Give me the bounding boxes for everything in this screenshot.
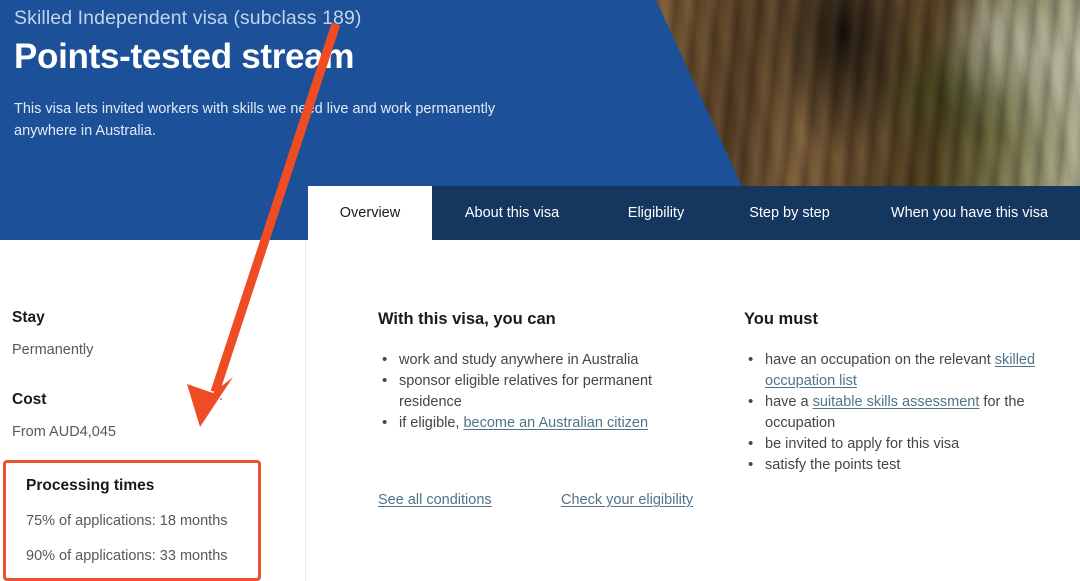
with-this-visa-list: work and study anywhere in Australia spo… (378, 349, 708, 434)
list-item: have an occupation on the relevant skill… (744, 349, 1066, 392)
become-australian-citizen-link[interactable]: become an Australian citizen (463, 415, 648, 431)
list-item: satisfy the points test (744, 454, 1066, 476)
list-item: have a suitable skills assessment for th… (744, 391, 1066, 434)
list-item: work and study anywhere in Australia (378, 349, 708, 371)
processing-times-label: Processing times (26, 477, 155, 494)
with-this-visa-heading: With this visa, you can (378, 310, 556, 328)
processing-time-90: 90% of applications: 33 months (26, 548, 228, 564)
tab-eligibility[interactable]: Eligibility (592, 186, 720, 240)
tab-bar: Overview About this visa Eligibility Ste… (0, 186, 1080, 240)
list-item-text: sponsor eligible relatives for permanent… (399, 373, 653, 410)
tab-when-you-have-this-visa[interactable]: When you have this visa (859, 186, 1080, 240)
visa-subclass-eyebrow: Skilled Independent visa (subclass 189) (14, 7, 362, 29)
see-all-conditions-link[interactable]: See all conditions (378, 492, 492, 508)
with-this-visa-column: With this visa, you can work and study a… (378, 240, 708, 508)
tab-step-by-step[interactable]: Step by step (720, 186, 859, 240)
list-item: if eligible, become an Australian citize… (378, 412, 708, 434)
page-title: Points-tested stream (14, 37, 355, 76)
tab-overview[interactable]: Overview (308, 186, 432, 240)
tab-about-this-visa[interactable]: About this visa (432, 186, 592, 240)
hero-text-block: Skilled Independent visa (subclass 189) … (14, 4, 634, 142)
list-item-text: satisfy the points test (765, 457, 901, 473)
check-your-eligibility-link[interactable]: Check your eligibility (561, 492, 693, 508)
processing-times-box: Processing times 75% of applications: 18… (3, 460, 261, 581)
list-item-text: if eligible, (399, 415, 464, 431)
you-must-column: You must have an occupation on the relev… (744, 240, 1066, 476)
cost-label: Cost (12, 391, 47, 408)
column-divider (305, 240, 306, 581)
list-item: be invited to apply for this visa (744, 433, 1066, 455)
overview-content: Stay Permanently Cost From AUD4,045 Proc… (0, 240, 1080, 581)
list-item: sponsor eligible relatives for permanent… (378, 370, 708, 413)
list-item-text: be invited to apply for this visa (765, 436, 960, 452)
tab-bar-left-filler (0, 186, 308, 240)
list-item-text: have a (765, 394, 813, 410)
cost-value: From AUD4,045 (12, 424, 116, 440)
list-item-text: have an occupation on the relevant (765, 352, 995, 368)
stay-label: Stay (12, 309, 45, 326)
suitable-skills-assessment-link[interactable]: suitable skills assessment (813, 394, 980, 410)
cost-field: Cost From AUD4,045 (12, 390, 116, 442)
you-must-heading: You must (744, 310, 818, 328)
stay-value: Permanently (12, 342, 94, 358)
you-must-list: have an occupation on the relevant skill… (744, 349, 1066, 476)
visa-overview-page: Skilled Independent visa (subclass 189) … (0, 0, 1080, 581)
stay-field: Stay Permanently (12, 308, 93, 360)
hero-description: This visa lets invited workers with skil… (14, 101, 496, 139)
stray-dot-mark (220, 398, 222, 400)
hero-banner: Skilled Independent visa (subclass 189) … (0, 0, 1080, 186)
processing-time-75: 75% of applications: 18 months (26, 513, 228, 529)
list-item-text: work and study anywhere in Australia (399, 352, 639, 368)
